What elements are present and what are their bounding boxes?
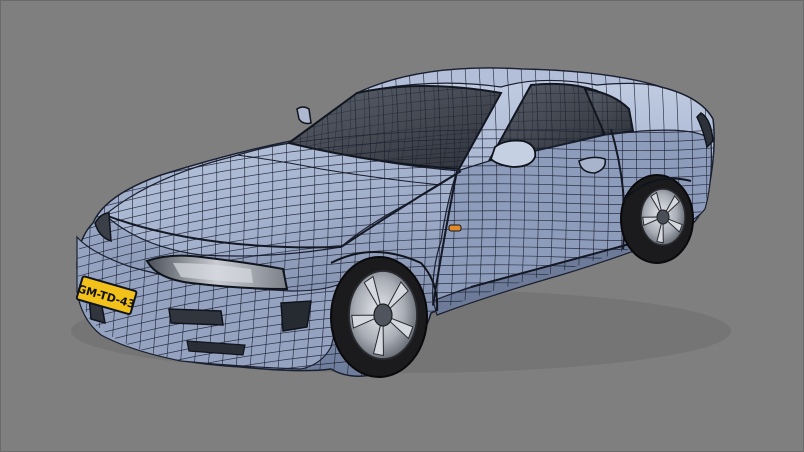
render-viewport: GM-TD-43 bbox=[0, 0, 804, 452]
car-wireframe-render: GM-TD-43 bbox=[71, 67, 731, 378]
left-mirror bbox=[296, 106, 312, 125]
fog-light bbox=[280, 300, 312, 332]
lower-intake bbox=[168, 308, 224, 326]
wire-line-cross bbox=[78, 68, 92, 377]
rear-wheel bbox=[620, 174, 694, 264]
side-indicator bbox=[448, 224, 462, 232]
wire-line-cross bbox=[77, 68, 78, 377]
front-wheel bbox=[330, 256, 428, 378]
side-mirror bbox=[489, 139, 537, 168]
